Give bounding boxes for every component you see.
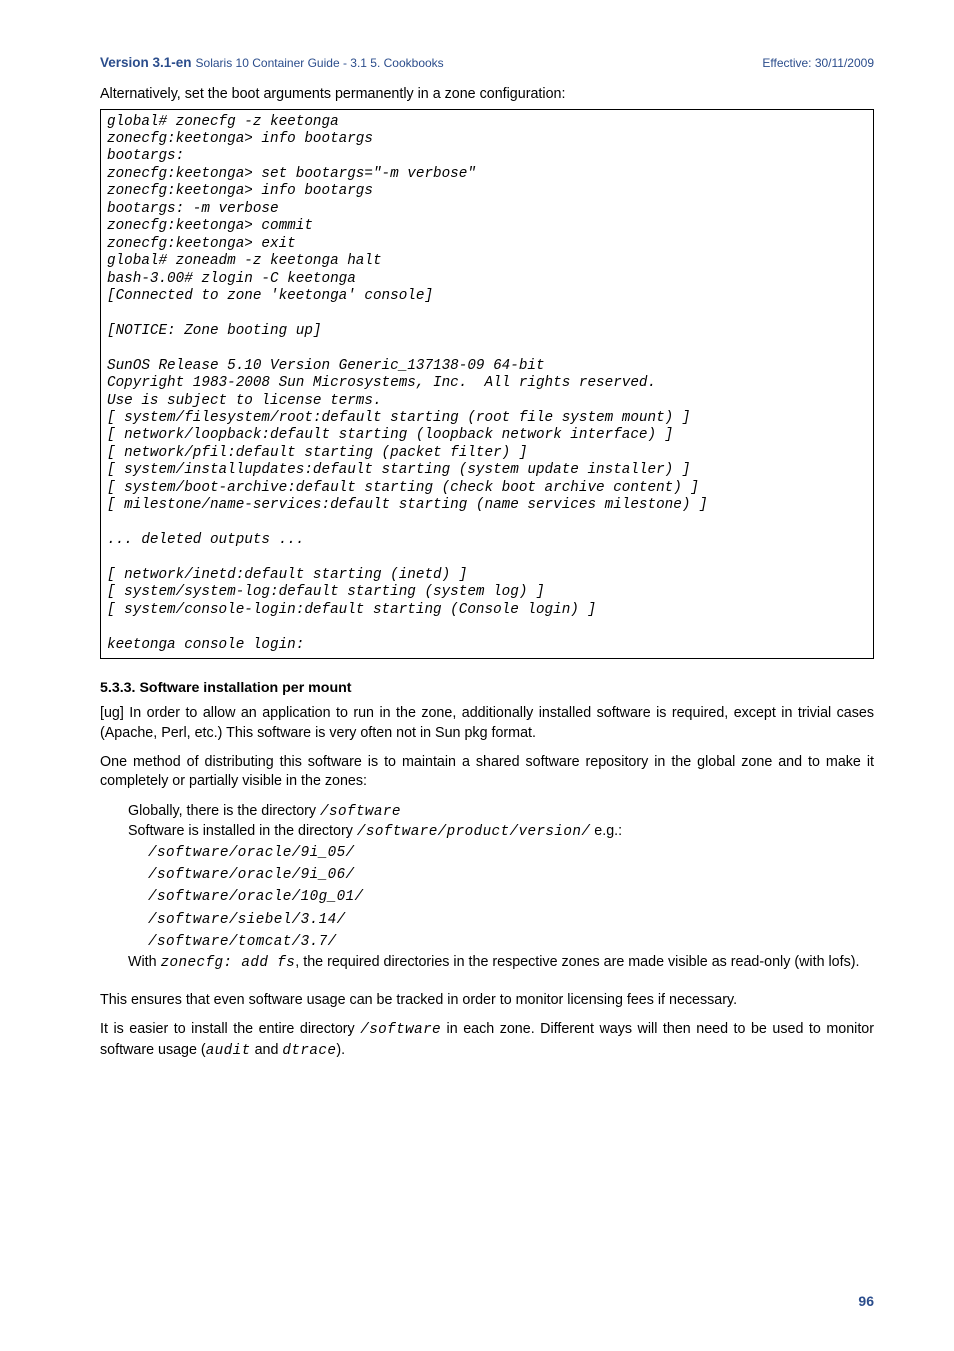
list-3-prefix: With [128,954,161,970]
list-3-suffix: , the required directories in the respec… [295,954,859,970]
paragraph-4: It is easier to install the entire direc… [100,1020,874,1061]
list-2-suffix: e.g.: [590,823,622,839]
para4-g: ). [336,1042,345,1058]
list-2-text: Software is installed in the directory [128,823,357,839]
list-1-text: Globally, there is the directory [128,803,320,819]
section-heading: 5.3.3. Software installation per mount [100,679,874,698]
header-subtitle: Solaris 10 Container Guide - 3.1 5. Cook… [196,56,444,70]
para4-a: It is easier to install the entire direc… [100,1021,360,1037]
list-item-1: Globally, there is the directory /softwa… [128,802,874,822]
page-container: Version 3.1-en Solaris 10 Container Guid… [0,0,954,1351]
section-title: Software installation per mount [139,680,351,696]
path-4: /software/tomcat/3.7/ [148,931,874,953]
list-2-path: /software/product/version/ [357,824,590,840]
paragraph-2: One method of distributing this software… [100,753,874,792]
paragraph-1: [ug] In order to allow an application to… [100,704,874,743]
para4-d: audit [206,1043,251,1059]
list-block: Globally, there is the directory /softwa… [128,802,874,974]
path-0: /software/oracle/9i_05/ [148,842,874,864]
path-2: /software/oracle/10g_01/ [148,886,874,908]
paragraph-3: This ensures that even software usage ca… [100,991,874,1010]
page-number: 96 [858,1292,874,1311]
para4-e: and [251,1042,283,1058]
path-list: /software/oracle/9i_05/ /software/oracle… [148,842,874,953]
list-1-path: /software [320,804,401,820]
list-item-2: Software is installed in the directory /… [128,822,874,842]
list-3-cmd: zonecfg: add fs [161,955,296,971]
section-number: 5.3.3. [100,680,136,696]
para4-f: dtrace [282,1043,336,1059]
header-version: Version 3.1-en [100,55,192,70]
list-item-3: With zonecfg: add fs, the required direc… [128,953,874,973]
page-header: Version 3.1-en Solaris 10 Container Guid… [100,54,874,73]
header-effective-date: Effective: 30/11/2009 [762,55,874,71]
header-left: Version 3.1-en Solaris 10 Container Guid… [100,54,444,73]
para4-b: /software [360,1022,441,1038]
intro-text: Alternatively, set the boot arguments pe… [100,85,874,104]
path-1: /software/oracle/9i_06/ [148,864,874,886]
code-block: global# zonecfg -z keetonga zonecfg:keet… [100,109,874,660]
path-3: /software/siebel/3.14/ [148,909,874,931]
